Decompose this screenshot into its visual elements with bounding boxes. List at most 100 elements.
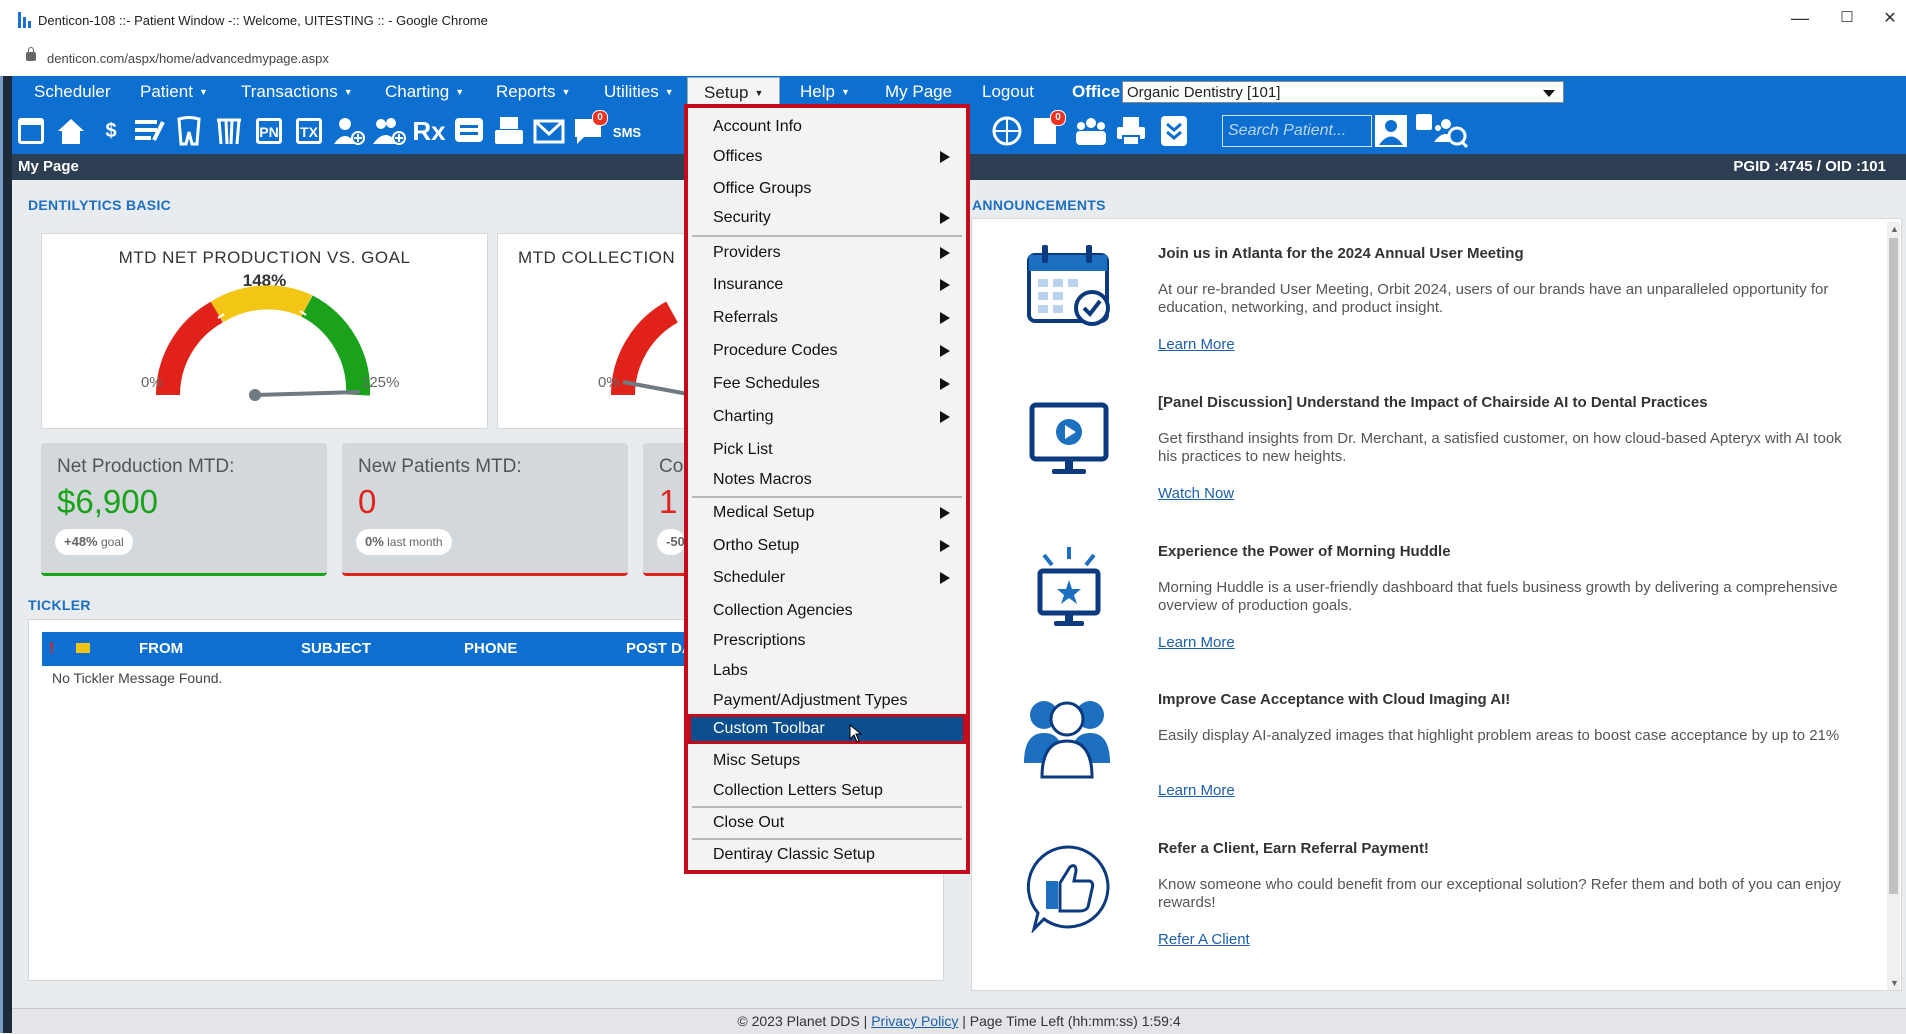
tooth-icon[interactable] bbox=[172, 114, 206, 148]
menu-item-referrals[interactable]: Referrals bbox=[688, 303, 966, 333]
message-icon[interactable] bbox=[452, 114, 486, 148]
col-post-date[interactable]: POST DA bbox=[626, 640, 693, 657]
chat-icon[interactable]: 0 bbox=[572, 110, 608, 148]
menu-item-fee-schedules[interactable]: Fee Schedules bbox=[688, 369, 966, 399]
address-bar[interactable]: denticon.com/aspx/home/advancedmypage.as… bbox=[0, 42, 1906, 77]
stat-value: 0 bbox=[358, 483, 377, 520]
col-subject[interactable]: SUBJECT bbox=[301, 640, 371, 657]
notification-badge: 0 bbox=[1050, 110, 1066, 126]
announcements-scrollbar[interactable]: ▲ ▼ bbox=[1887, 222, 1900, 990]
nav-scheduler[interactable]: Scheduler bbox=[34, 76, 111, 107]
menu-item-dentiray-classic-setup[interactable]: Dentiray Classic Setup bbox=[688, 840, 966, 870]
caret-down-icon: ▼ bbox=[754, 88, 764, 98]
scroll-up-icon[interactable]: ▲ bbox=[1890, 224, 1899, 234]
announcement-body: At our re-branded User Meeting, Orbit 20… bbox=[1158, 281, 1829, 316]
search-patient-input[interactable]: Search Patient... bbox=[1222, 115, 1372, 147]
close-window-button[interactable]: ✕ bbox=[1870, 8, 1906, 28]
nav-help[interactable]: Help ▼ bbox=[800, 76, 850, 107]
mail-icon[interactable] bbox=[532, 114, 566, 148]
home-icon[interactable] bbox=[54, 114, 88, 148]
nav-reports[interactable]: Reports ▼ bbox=[496, 76, 570, 107]
announcement-title: Improve Case Acceptance with Cloud Imagi… bbox=[1158, 691, 1511, 708]
menu-item-security[interactable]: Security bbox=[688, 203, 966, 233]
menu-item-account-info[interactable]: Account Info bbox=[688, 112, 966, 142]
learn-more-link[interactable]: Learn More bbox=[1158, 336, 1235, 353]
nav-charting[interactable]: Charting ▼ bbox=[385, 76, 464, 107]
caret-down-icon: ▼ bbox=[561, 87, 571, 97]
notes-icon[interactable] bbox=[132, 114, 166, 148]
stat-new-patients: New Patients MTD: 0 0% last month bbox=[342, 443, 628, 576]
menu-item-office-groups[interactable]: Office Groups bbox=[688, 174, 966, 204]
envelope-icon bbox=[76, 643, 90, 653]
learn-more-link[interactable]: Learn More bbox=[1158, 782, 1235, 799]
star-monitor-icon bbox=[1024, 545, 1114, 635]
print-form-icon[interactable] bbox=[492, 114, 526, 148]
stat-net-production: Net Production MTD: $6,900 +48% goal bbox=[41, 443, 327, 576]
scroll-thumb[interactable] bbox=[1889, 238, 1898, 894]
group-icon[interactable] bbox=[1074, 114, 1108, 148]
menu-item-procedure-codes[interactable]: Procedure Codes bbox=[688, 336, 966, 366]
privacy-policy-link[interactable]: Privacy Policy bbox=[871, 1013, 958, 1029]
menu-item-charting[interactable]: Charting bbox=[688, 402, 966, 432]
web-icon[interactable] bbox=[990, 114, 1024, 148]
col-from[interactable]: FROM bbox=[139, 640, 183, 657]
menu-item-custom-toolbar[interactable]: Custom Toolbar bbox=[688, 714, 966, 744]
office-select[interactable]: Organic Dentistry [101] bbox=[1122, 81, 1564, 103]
url-text[interactable]: denticon.com/aspx/home/advancedmypage.as… bbox=[47, 51, 329, 66]
add-family-icon[interactable] bbox=[372, 114, 406, 148]
menu-item-collection-letters-setup[interactable]: Collection Letters Setup bbox=[688, 776, 966, 806]
group-search-icon[interactable] bbox=[1434, 114, 1469, 149]
submenu-arrow-icon bbox=[940, 312, 950, 324]
dollar-icon[interactable]: $ bbox=[94, 114, 128, 148]
caret-down-icon: ▼ bbox=[455, 87, 465, 97]
app-logo-icon bbox=[18, 12, 32, 28]
maximize-button[interactable]: ☐ bbox=[1827, 8, 1867, 26]
menu-item-medical-setup[interactable]: Medical Setup bbox=[688, 498, 966, 528]
submenu-arrow-icon bbox=[940, 572, 950, 584]
form-alert-icon[interactable]: 0 bbox=[1030, 110, 1066, 148]
nav-transactions[interactable]: Transactions ▼ bbox=[241, 76, 353, 107]
menu-item-offices[interactable]: Offices bbox=[688, 142, 966, 172]
printer-icon[interactable] bbox=[1114, 114, 1148, 148]
menu-separator bbox=[692, 235, 962, 237]
pn-icon[interactable]: PN bbox=[252, 114, 286, 148]
stat-label: New Patients MTD: bbox=[358, 456, 522, 477]
minimize-button[interactable]: — bbox=[1780, 8, 1820, 29]
teeth-chart-icon[interactable] bbox=[212, 114, 246, 148]
submenu-arrow-icon bbox=[940, 378, 950, 390]
menu-item-insurance[interactable]: Insurance bbox=[688, 270, 966, 300]
menu-item-collection-agencies[interactable]: Collection Agencies bbox=[688, 596, 966, 626]
people-icon bbox=[1022, 693, 1112, 783]
thumbs-up-icon bbox=[1024, 843, 1114, 934]
patient-search-icon[interactable] bbox=[1374, 114, 1408, 148]
watch-now-link[interactable]: Watch Now bbox=[1158, 485, 1234, 502]
menu-item-prescriptions[interactable]: Prescriptions bbox=[688, 626, 966, 656]
menu-item-pick-list[interactable]: Pick List bbox=[688, 435, 966, 465]
menu-item-providers[interactable]: Providers bbox=[688, 238, 966, 268]
gauge-collection: MTD COLLECTION 0% bbox=[497, 233, 697, 429]
menu-item-close-out[interactable]: Close Out bbox=[688, 808, 966, 838]
menu-item-notes-macros[interactable]: Notes Macros bbox=[688, 465, 966, 495]
col-phone[interactable]: PHONE bbox=[464, 640, 517, 657]
prescription-icon[interactable]: Rx bbox=[412, 114, 446, 148]
nav-logout[interactable]: Logout bbox=[982, 76, 1034, 107]
menu-item-ortho-setup[interactable]: Ortho Setup bbox=[688, 531, 966, 561]
add-patient-icon[interactable] bbox=[332, 114, 366, 148]
stat-value: $6,900 bbox=[57, 483, 158, 520]
nav-utilities[interactable]: Utilities ▼ bbox=[604, 76, 674, 107]
scroll-down-icon[interactable]: ▼ bbox=[1890, 978, 1899, 988]
nav-patient[interactable]: Patient ▼ bbox=[140, 76, 208, 107]
menu-item-scheduler[interactable]: Scheduler bbox=[688, 563, 966, 593]
main-nav-bar: Scheduler Patient ▼ Transactions ▼ Chartin… bbox=[12, 76, 1906, 108]
refer-client-link[interactable]: Refer A Client bbox=[1158, 931, 1250, 948]
calendar-icon[interactable] bbox=[14, 114, 48, 148]
learn-more-link[interactable]: Learn More bbox=[1158, 634, 1235, 651]
menu-item-labs[interactable]: Labs bbox=[688, 656, 966, 686]
priority-icon: ! bbox=[49, 640, 55, 657]
sms-icon[interactable]: SMS bbox=[610, 114, 644, 148]
nav-my-page[interactable]: My Page bbox=[885, 76, 952, 107]
menu-item-payment-adjustment-types[interactable]: Payment/Adjustment Types bbox=[688, 686, 966, 716]
menu-item-misc-setups[interactable]: Misc Setups bbox=[688, 746, 966, 776]
tx-icon[interactable]: TX bbox=[292, 114, 326, 148]
chevron-down-double-icon[interactable] bbox=[1157, 114, 1191, 148]
